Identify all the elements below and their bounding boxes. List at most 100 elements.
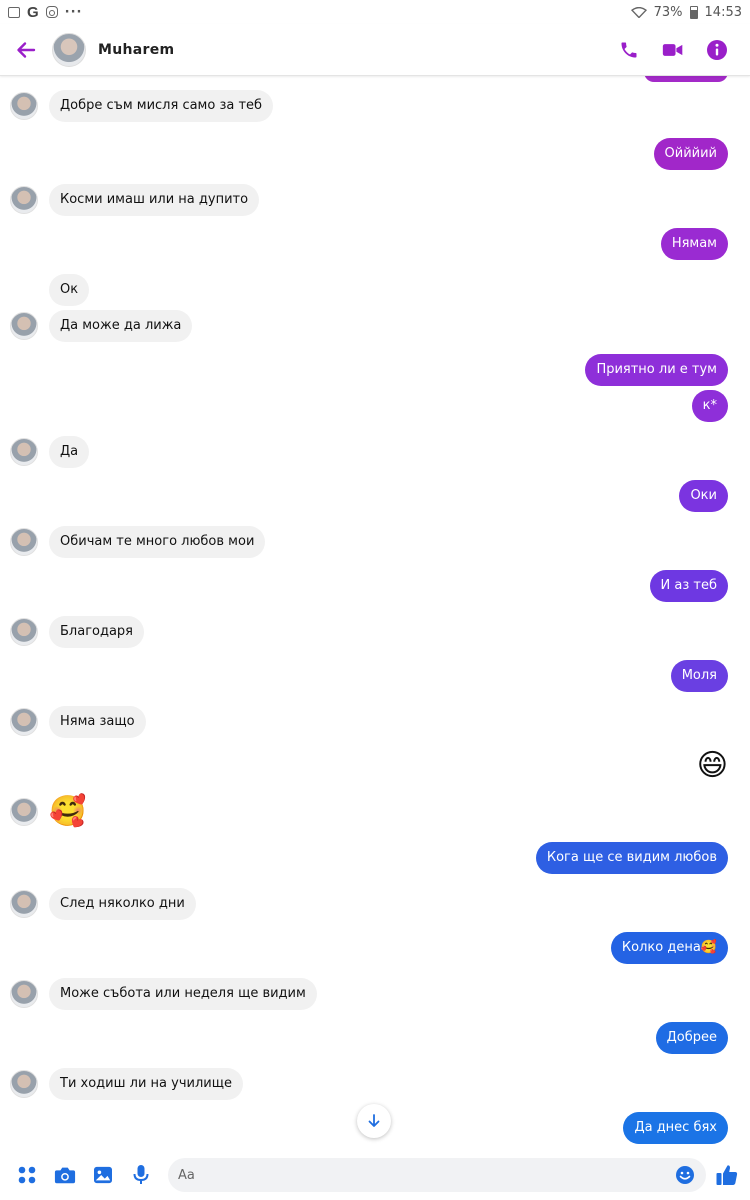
image-icon xyxy=(94,1166,112,1184)
message-bubble[interactable]: Да днес бях xyxy=(623,1112,728,1144)
wifi-icon xyxy=(630,6,647,18)
message-bubble[interactable]: Колко дена🥰 xyxy=(610,932,728,964)
message-bubble[interactable]: И аз теб xyxy=(649,570,728,602)
status-bar-notifications: G ··· xyxy=(8,4,83,21)
message-outgoing: Колко дена🥰 xyxy=(610,932,728,964)
video-call-button[interactable] xyxy=(662,39,684,61)
arrow-left-icon xyxy=(17,41,36,58)
message-bubble[interactable]: Добрее xyxy=(655,1022,728,1054)
voice-call-button[interactable] xyxy=(618,39,640,61)
message-incoming: Косми имаш или на дупито xyxy=(10,184,260,216)
message-outgoing: Добрее xyxy=(655,1022,728,1054)
message-incoming: Добре съм мисля само за теб xyxy=(10,90,274,122)
sender-avatar[interactable] xyxy=(10,528,38,556)
message-incoming: Да xyxy=(10,436,90,468)
message-incoming: Да може да лижа xyxy=(10,310,193,342)
message-bubble[interactable]: к* xyxy=(691,390,728,422)
sender-avatar[interactable] xyxy=(10,186,38,214)
video-camera-icon xyxy=(662,43,683,56)
emoji-message[interactable]: 🥰 xyxy=(49,794,86,830)
camera-icon xyxy=(54,1167,76,1184)
message-incoming: След няколко дни xyxy=(10,888,196,920)
instagram-notification-icon xyxy=(45,6,58,18)
message-bubble[interactable]: Ойййий xyxy=(653,138,728,170)
info-icon xyxy=(707,39,727,60)
status-bar: G ··· 73% 14:53 xyxy=(0,0,750,24)
message-outgoing: Моля xyxy=(670,660,728,692)
message-list[interactable]: Добре съм мисля само за теб Ойййий Косми… xyxy=(0,76,750,1150)
message-bubble[interactable]: Обичам те много любов мои xyxy=(49,526,266,558)
sender-avatar[interactable] xyxy=(10,1070,38,1098)
scroll-to-bottom-button[interactable] xyxy=(357,1104,391,1138)
message-bubble[interactable]: Да може да лижа xyxy=(49,310,193,342)
message-bubble[interactable]: Приятно ли е тум xyxy=(585,354,728,386)
message-bubble[interactable]: Ти ходиш ли на училище xyxy=(49,1068,243,1100)
voice-clip-button[interactable] xyxy=(122,1156,160,1194)
sender-avatar[interactable] xyxy=(10,438,38,466)
message-outgoing: И аз теб xyxy=(649,570,728,602)
grid-icon xyxy=(18,1166,36,1184)
message-incoming: Обичам те много любов мои xyxy=(10,526,266,558)
sender-avatar[interactable] xyxy=(10,708,38,736)
more-notifications-icon: ··· xyxy=(64,4,83,20)
gallery-button[interactable] xyxy=(84,1156,122,1194)
back-button[interactable] xyxy=(0,24,52,76)
clock: 14:53 xyxy=(704,4,742,20)
message-input-container xyxy=(168,1158,706,1192)
message-bubble[interactable]: Оки xyxy=(679,480,728,512)
more-actions-button[interactable] xyxy=(8,1156,46,1194)
camera-button[interactable] xyxy=(46,1156,84,1194)
message-bubble[interactable]: Кога ще се видим любов xyxy=(535,842,728,874)
message-bubble[interactable]: Добре съм мисля само за теб xyxy=(49,90,274,122)
message-outgoing: Оки xyxy=(679,480,728,512)
message-outgoing: Да днес бях xyxy=(623,1112,728,1144)
message-bubble[interactable]: Косми имаш или на дупито xyxy=(49,184,260,216)
conversation-header: Muharem xyxy=(0,24,750,76)
arrow-down-icon xyxy=(368,1114,380,1127)
conversation-info-button[interactable] xyxy=(706,39,728,61)
sender-avatar[interactable] xyxy=(10,92,38,120)
message-bubble[interactable]: Благодаря xyxy=(49,616,145,648)
message-bubble[interactable]: Няма защо xyxy=(49,706,146,738)
message-bubble[interactable]: Ок xyxy=(49,274,90,306)
battery-icon xyxy=(689,5,698,19)
message-incoming: Може събота или неделя ще видим xyxy=(10,978,317,1010)
message-incoming: Ок xyxy=(10,274,90,306)
message-bubble[interactable]: След няколко дни xyxy=(49,888,196,920)
message-bubble[interactable]: Да xyxy=(49,436,90,468)
message-outgoing: Кога ще се видим любов xyxy=(535,842,728,874)
gallery-notification-icon xyxy=(8,6,20,18)
sender-avatar[interactable] xyxy=(10,890,38,918)
phone-icon xyxy=(621,42,637,57)
like-button[interactable] xyxy=(712,1160,742,1190)
message-bubble[interactable]: Нямам xyxy=(660,228,728,260)
emoji-message[interactable]: 😄 xyxy=(697,748,728,784)
thumbs-up-icon xyxy=(716,1165,738,1185)
sender-avatar[interactable] xyxy=(10,618,38,646)
message-outgoing: Приятно ли е тум xyxy=(585,354,728,386)
message-incoming: Благодаря xyxy=(10,616,145,648)
message-outgoing: Нямам xyxy=(660,228,728,260)
message-outgoing: 😄 xyxy=(697,748,728,784)
battery-percent: 73% xyxy=(653,4,683,20)
smiley-icon xyxy=(676,1166,694,1184)
message-outgoing: к* xyxy=(691,390,728,422)
sender-avatar[interactable] xyxy=(10,798,38,826)
microphone-icon xyxy=(133,1165,149,1184)
message-incoming: Няма защо xyxy=(10,706,146,738)
message-composer xyxy=(0,1150,750,1200)
message-incoming: 🥰 xyxy=(10,794,86,830)
message-bubble[interactable]: Може събота или неделя ще видим xyxy=(49,978,317,1010)
contact-avatar[interactable] xyxy=(52,32,86,67)
emoji-button[interactable] xyxy=(674,1164,696,1186)
sender-avatar[interactable] xyxy=(10,312,38,340)
status-bar-system: 73% 14:53 xyxy=(630,4,742,20)
sender-avatar[interactable] xyxy=(10,980,38,1008)
contact-name[interactable]: Muharem xyxy=(98,42,174,58)
previous-message-bubble xyxy=(644,76,728,82)
message-bubble[interactable]: Моля xyxy=(670,660,728,692)
header-actions xyxy=(618,39,750,61)
google-notification-icon: G xyxy=(27,3,39,21)
message-outgoing: Ойййий xyxy=(653,138,728,170)
message-input[interactable] xyxy=(178,1167,674,1183)
